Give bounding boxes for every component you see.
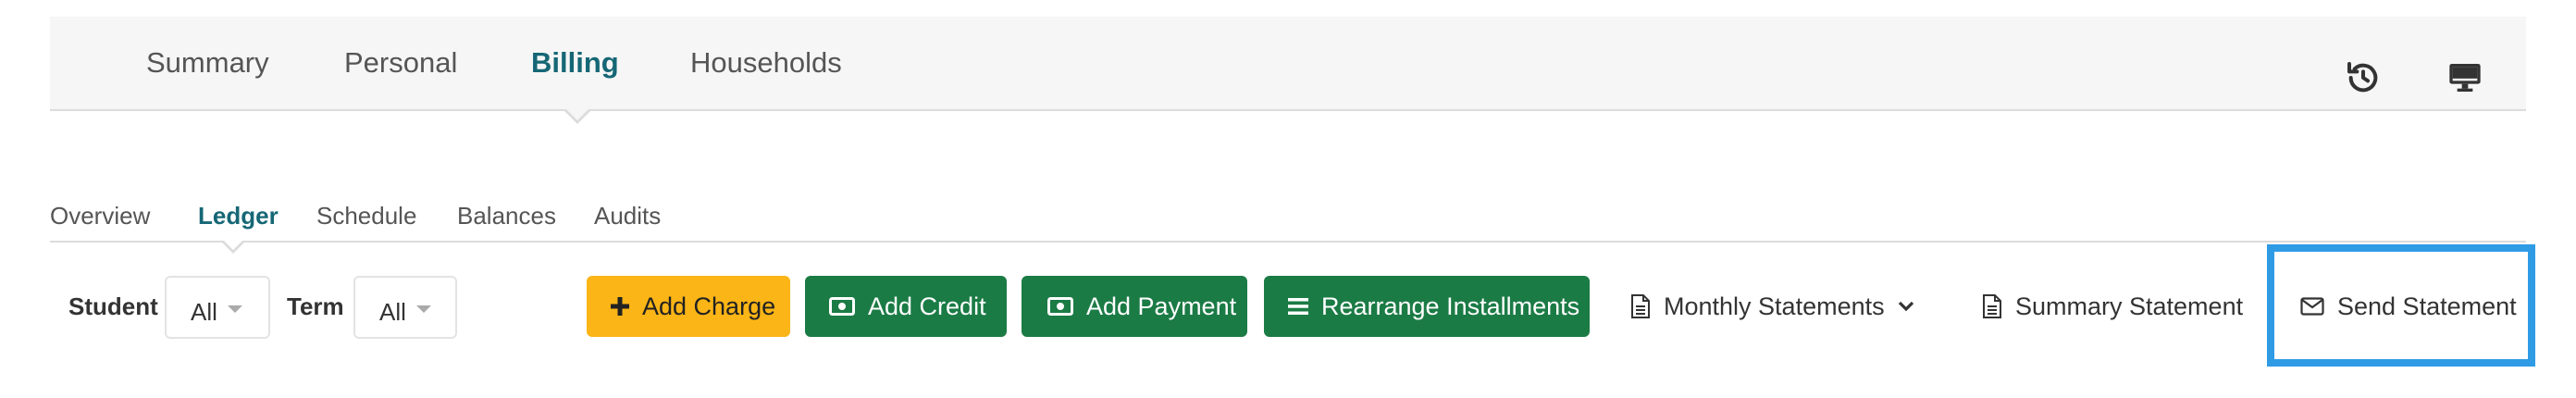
add-payment-label: Add Payment bbox=[1086, 292, 1237, 320]
term-select-value: All bbox=[379, 298, 406, 326]
money-bill-icon bbox=[1047, 297, 1073, 316]
list-icon bbox=[1288, 297, 1308, 316]
rearrange-installments-label: Rearrange Installments bbox=[1321, 292, 1580, 320]
plus-icon bbox=[611, 297, 629, 316]
summary-statement-button[interactable]: Summary Statement bbox=[1969, 276, 2247, 337]
term-filter-label: Term bbox=[287, 292, 344, 320]
send-statement-label: Send Statement bbox=[2337, 292, 2517, 320]
sub-tabs: Overview Ledger Schedule Balances Audits bbox=[50, 194, 2526, 254]
tab-households[interactable]: Households bbox=[690, 44, 842, 81]
monthly-statements-label: Monthly Statements bbox=[1664, 292, 1885, 320]
add-charge-button[interactable]: Add Charge bbox=[587, 276, 790, 337]
monitor-icon[interactable] bbox=[2446, 59, 2483, 96]
envelope-icon bbox=[2300, 297, 2324, 316]
term-select[interactable]: All bbox=[353, 276, 457, 339]
tab-personal[interactable]: Personal bbox=[344, 44, 457, 81]
subtab-overview[interactable]: Overview bbox=[50, 202, 150, 230]
add-charge-label: Add Charge bbox=[642, 292, 776, 320]
active-tab-indicator bbox=[564, 109, 590, 124]
add-payment-button[interactable]: Add Payment bbox=[1022, 276, 1247, 337]
top-nav-bar: Summary Personal Billing Households bbox=[50, 17, 2526, 124]
tab-billing[interactable]: Billing bbox=[531, 44, 619, 81]
subtab-schedule[interactable]: Schedule bbox=[316, 202, 416, 230]
history-icon[interactable] bbox=[2345, 59, 2382, 96]
send-statement-button[interactable]: Send Statement bbox=[2285, 276, 2517, 337]
rearrange-installments-button[interactable]: Rearrange Installments bbox=[1264, 276, 1590, 337]
student-filter-label: Student bbox=[68, 292, 158, 320]
subtab-audits[interactable]: Audits bbox=[594, 202, 661, 230]
money-bill-icon bbox=[829, 297, 855, 316]
document-icon bbox=[1982, 293, 2002, 319]
subtab-ledger[interactable]: Ledger bbox=[198, 202, 279, 230]
monthly-statements-dropdown[interactable]: Monthly Statements bbox=[1617, 276, 1923, 337]
chevron-down-icon bbox=[228, 305, 242, 313]
active-subtab-indicator bbox=[220, 239, 246, 254]
tab-summary[interactable]: Summary bbox=[146, 44, 269, 81]
add-credit-label: Add Credit bbox=[868, 292, 986, 320]
add-credit-button[interactable]: Add Credit bbox=[805, 276, 1007, 337]
chevron-down-icon bbox=[1898, 300, 1914, 313]
subtab-balances[interactable]: Balances bbox=[457, 202, 556, 230]
summary-statement-label: Summary Statement bbox=[2015, 292, 2244, 320]
student-select[interactable]: All bbox=[165, 276, 270, 339]
student-select-value: All bbox=[191, 298, 217, 326]
document-icon bbox=[1630, 293, 1651, 319]
chevron-down-icon bbox=[416, 305, 431, 313]
